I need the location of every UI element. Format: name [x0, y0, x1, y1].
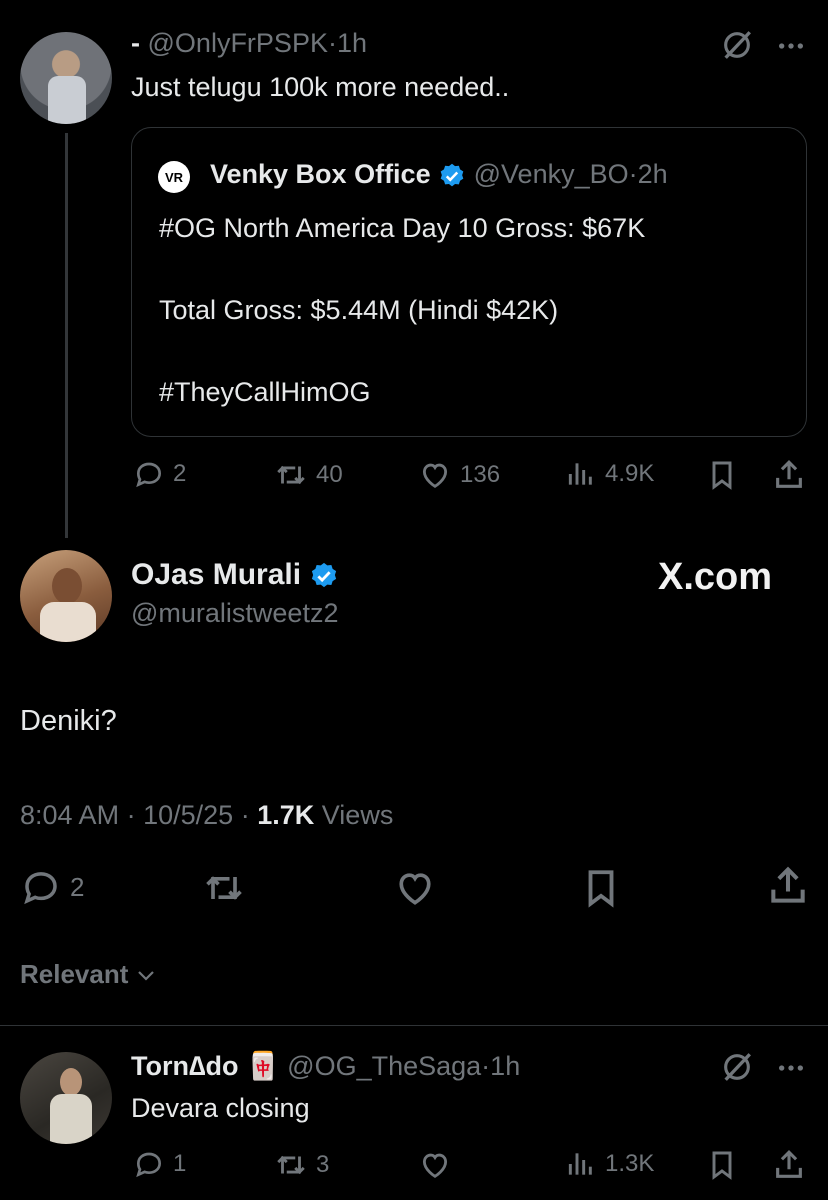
avatar-face	[60, 1068, 82, 1096]
reply-like-button[interactable]	[418, 1148, 452, 1182]
share-button[interactable]	[772, 458, 806, 492]
reply-button[interactable]: 2	[133, 458, 186, 490]
avatar-body	[40, 602, 96, 642]
main-post-time[interactable]: 8:04 AM	[20, 800, 119, 830]
more-icon[interactable]	[775, 30, 807, 62]
quote-line-1: #OG North America Day 10 Gross: $67K	[159, 213, 646, 243]
parent-handle[interactable]: @OnlyFrPSPK	[148, 28, 328, 58]
share-icon	[776, 460, 802, 488]
separator: ·	[327, 28, 337, 58]
venky-logo-icon: VR	[158, 161, 190, 193]
main-post-views-label: Views	[321, 800, 394, 830]
heart-icon	[422, 463, 448, 488]
bookmark-button[interactable]	[706, 458, 738, 492]
main-repost-button[interactable]	[202, 866, 246, 910]
verified-badge-icon	[438, 162, 466, 190]
parent-time[interactable]: 1h	[337, 28, 367, 58]
main-post-date[interactable]: 10/5/25	[143, 800, 233, 830]
quote-line-3: #TheyCallHimOG	[159, 377, 371, 407]
separator: ·	[240, 800, 250, 830]
reply-time[interactable]: 1h	[490, 1051, 520, 1081]
views-count: 4.9K	[605, 460, 655, 487]
quote-header: Venky Box Office @Venky_BO·2h	[210, 159, 668, 190]
sort-dropdown[interactable]: Relevant	[20, 959, 158, 990]
main-header-name: OJas Murali	[131, 558, 339, 592]
repost-button[interactable]: 40	[274, 458, 343, 492]
main-post-text: Deniki?	[20, 705, 117, 737]
chevron-down-icon	[138, 970, 155, 981]
heart-icon	[399, 873, 431, 905]
quote-card[interactable]: VR Venky Box Office @Venky_BO·2h #OG Nor…	[131, 127, 807, 437]
main-reply-count: 2	[70, 871, 85, 902]
bookmark-icon	[588, 870, 614, 908]
parent-text: Just telugu 100k more needed..	[131, 72, 510, 102]
repost-icon	[206, 876, 242, 900]
bookmark-icon	[712, 461, 732, 490]
separator: ·	[481, 1051, 491, 1081]
separator: ·	[126, 800, 136, 830]
share-icon	[776, 1150, 802, 1178]
main-share-button[interactable]	[766, 864, 810, 908]
reply-reply-button[interactable]: 1	[133, 1148, 186, 1180]
main-bookmark-button[interactable]	[580, 866, 622, 910]
main-reply-button[interactable]: 2	[20, 866, 84, 908]
avatar-ojas-murali[interactable]	[20, 550, 112, 642]
reply-icon	[24, 872, 57, 905]
parent-header: - @OnlyFrPSPK·1h	[131, 28, 367, 59]
quote-display-name[interactable]: Venky Box Office	[210, 159, 431, 189]
more-icon[interactable]	[775, 1052, 807, 1084]
mahjong-emoji: 🀄	[246, 1051, 280, 1081]
reply-share-button[interactable]	[772, 1148, 806, 1182]
reply-reply-count: 1	[173, 1150, 187, 1177]
reply-header: Torn∆do 🀄 @OG_TheSaga·1h	[131, 1050, 520, 1082]
grok-icon[interactable]	[720, 1050, 754, 1084]
views-icon	[568, 1153, 592, 1175]
main-handle[interactable]: @muralistweetz2	[131, 598, 338, 629]
repost-icon	[277, 1155, 305, 1175]
like-button[interactable]: 136	[418, 458, 500, 492]
grok-icon[interactable]	[720, 28, 754, 62]
thread-line	[65, 133, 68, 538]
quote-handle[interactable]: @Venky_BO	[474, 159, 629, 189]
avatar-onlyfrpspk[interactable]	[20, 32, 112, 124]
repost-icon	[277, 465, 305, 485]
sort-label: Relevant	[20, 959, 129, 989]
xcom-watermark: X.com	[658, 556, 773, 598]
venky-logo-text: VR	[164, 169, 184, 185]
share-icon	[771, 866, 805, 903]
avatar-body	[50, 1094, 92, 1144]
main-post-meta: 8:04 AM · 10/5/25 · 1.7K Views	[20, 800, 393, 831]
heart-icon	[422, 1153, 448, 1178]
avatar-face	[52, 568, 82, 604]
reply-icon	[136, 1152, 162, 1178]
main-like-button[interactable]	[393, 866, 437, 910]
avatar-figure	[48, 76, 86, 124]
like-count: 136	[460, 461, 501, 488]
reply-text: Devara closing	[131, 1093, 310, 1123]
verified-badge-icon	[309, 561, 339, 591]
divider	[0, 1025, 828, 1026]
reply-icon	[136, 462, 162, 488]
separator: ·	[628, 159, 638, 189]
main-display-name[interactable]: OJas Murali	[131, 558, 301, 591]
reply-repost-button[interactable]: 3	[274, 1148, 329, 1182]
avatar-og-thesaga[interactable]	[20, 1052, 112, 1144]
main-post-views-count: 1.7K	[257, 800, 315, 830]
reply-count: 2	[173, 460, 187, 487]
reply-display-name[interactable]: Torn∆do	[131, 1051, 239, 1081]
reply-repost-count: 3	[316, 1151, 330, 1178]
quote-line-2: Total Gross: $5.44M (Hindi $42K)	[159, 295, 559, 325]
views-button[interactable]: 4.9K	[565, 458, 654, 490]
parent-display-name[interactable]: -	[131, 28, 140, 58]
quote-time[interactable]: 2h	[638, 159, 668, 189]
reply-views-count: 1.3K	[605, 1150, 655, 1177]
reply-views-button[interactable]: 1.3K	[565, 1148, 654, 1180]
bookmark-icon	[712, 1151, 732, 1180]
reply-handle[interactable]: @OG_TheSaga	[287, 1051, 481, 1081]
reply-bookmark-button[interactable]	[706, 1148, 738, 1182]
views-icon	[568, 463, 592, 485]
repost-count: 40	[316, 461, 343, 488]
